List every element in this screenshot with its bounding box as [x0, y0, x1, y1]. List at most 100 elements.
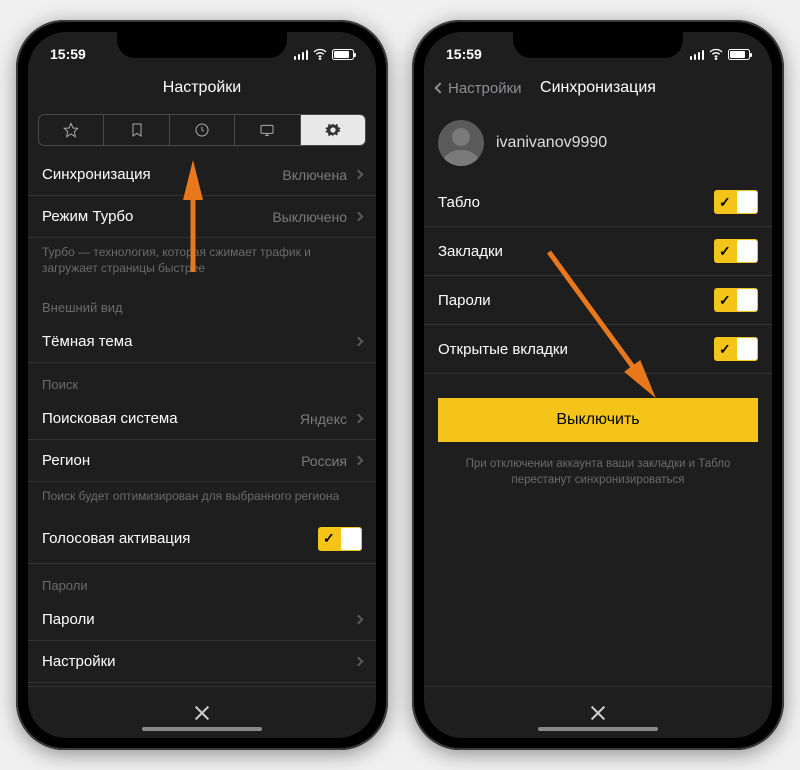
- nav-bar: Настройки: [28, 68, 376, 108]
- signal-icon: [294, 49, 309, 60]
- phone-left: 15:59 Настройки: [16, 20, 388, 750]
- close-icon[interactable]: [193, 704, 211, 722]
- row-value: Включена: [282, 167, 347, 183]
- row-turbo[interactable]: Режим Турбо Выключено: [28, 196, 376, 238]
- row-bookmarks: Закладки ✓: [424, 227, 772, 276]
- chevron-right-icon: [354, 414, 364, 424]
- profile-row[interactable]: ivanivanov9990: [424, 108, 772, 178]
- row-engine[interactable]: Поисковая система Яндекс: [28, 398, 376, 440]
- clock: 15:59: [50, 46, 86, 62]
- row-region[interactable]: Регион Россия: [28, 440, 376, 482]
- tab-settings[interactable]: [301, 115, 365, 145]
- row-passwords: Пароли ✓: [424, 276, 772, 325]
- check-icon: ✓: [719, 292, 731, 309]
- monitor-icon: [259, 122, 275, 138]
- row-theme[interactable]: Тёмная тема: [28, 321, 376, 363]
- home-indicator: [538, 727, 658, 731]
- sync-list: ivanivanov9990 Табло ✓ Закладки ✓ Пароли…: [424, 108, 772, 686]
- toggle-knob: [341, 528, 361, 550]
- close-icon[interactable]: [589, 704, 607, 722]
- row-label: Поисковая система: [42, 410, 178, 427]
- section-privacy: Конфиденциальность: [28, 683, 376, 686]
- row-label: Настройки: [42, 653, 116, 670]
- notch: [117, 32, 287, 58]
- tab-bookmarks[interactable]: [104, 115, 169, 145]
- row-label: Пароли: [42, 611, 95, 628]
- chevron-right-icon: [354, 170, 364, 180]
- back-button[interactable]: Настройки: [436, 80, 522, 97]
- notch: [513, 32, 683, 58]
- row-label: Синхронизация: [42, 166, 151, 183]
- row-label: Пароли: [438, 292, 491, 309]
- row-label: Голосовая активация: [42, 530, 190, 547]
- row-label: Табло: [438, 194, 480, 211]
- chevron-right-icon: [354, 337, 364, 347]
- star-icon: [63, 122, 79, 138]
- row-value: Яндекс: [300, 411, 347, 427]
- row-value: Выключено: [272, 209, 347, 225]
- chevron-right-icon: [354, 212, 364, 222]
- page-title: Настройки: [163, 79, 241, 97]
- toggle-voice[interactable]: ✓: [318, 527, 362, 551]
- wifi-icon: [312, 46, 328, 62]
- row-settings[interactable]: Настройки: [28, 641, 376, 683]
- check-icon: ✓: [323, 530, 335, 547]
- toggle-tabs[interactable]: ✓: [714, 337, 758, 361]
- section-passwords: Пароли: [28, 564, 376, 599]
- chevron-right-icon: [354, 614, 364, 624]
- battery-icon: [332, 49, 354, 60]
- clock: 15:59: [446, 46, 482, 62]
- row-tableau: Табло ✓: [424, 178, 772, 227]
- row-label: Регион: [42, 452, 90, 469]
- tab-favorites[interactable]: [39, 115, 104, 145]
- row-label: Режим Турбо: [42, 208, 133, 225]
- clock-icon: [194, 122, 210, 138]
- section-search: Поиск: [28, 363, 376, 398]
- wifi-icon: [708, 46, 724, 62]
- disable-button[interactable]: Выключить: [438, 398, 758, 442]
- status-icons: [690, 46, 751, 62]
- button-label: Выключить: [556, 411, 639, 429]
- check-icon: ✓: [719, 341, 731, 358]
- toggle-knob: [737, 289, 757, 311]
- row-sync[interactable]: Синхронизация Включена: [28, 154, 376, 196]
- tab-devices[interactable]: [235, 115, 300, 145]
- row-label: Закладки: [438, 243, 503, 260]
- row-label: Тёмная тема: [42, 333, 132, 350]
- avatar: [438, 120, 484, 166]
- status-icons: [294, 46, 355, 62]
- toggle-knob: [737, 240, 757, 262]
- row-voice[interactable]: Голосовая активация ✓: [28, 515, 376, 564]
- nav-bar: Настройки Синхронизация: [424, 68, 772, 108]
- screen-right: 15:59 Настройки Синхронизация ivanivanov…: [424, 32, 772, 738]
- settings-list: Синхронизация Включена Режим Турбо Выклю…: [28, 154, 376, 686]
- gear-icon: [325, 122, 341, 138]
- chevron-right-icon: [354, 456, 364, 466]
- check-icon: ✓: [719, 194, 731, 211]
- row-tabs: Открытые вкладки ✓: [424, 325, 772, 374]
- signal-icon: [690, 49, 705, 60]
- search-hint: Поиск будет оптимизирован для выбранного…: [28, 482, 376, 514]
- home-indicator: [142, 727, 262, 731]
- row-passwords[interactable]: Пароли: [28, 599, 376, 641]
- username: ivanivanov9990: [496, 134, 607, 152]
- chevron-right-icon: [354, 656, 364, 666]
- toggle-passwords[interactable]: ✓: [714, 288, 758, 312]
- back-label: Настройки: [448, 80, 522, 97]
- row-label: Открытые вкладки: [438, 341, 568, 358]
- turbo-hint: Турбо — технология, которая сжимает траф…: [28, 238, 376, 286]
- tab-history[interactable]: [170, 115, 235, 145]
- toggle-bookmarks[interactable]: ✓: [714, 239, 758, 263]
- toggle-tableau[interactable]: ✓: [714, 190, 758, 214]
- battery-icon: [728, 49, 750, 60]
- check-icon: ✓: [719, 243, 731, 260]
- page-title: Синхронизация: [540, 79, 656, 97]
- segmented-tabs: [38, 114, 366, 146]
- chevron-left-icon: [434, 82, 445, 93]
- disable-note: При отключении аккаунта ваши закладки и …: [424, 442, 772, 502]
- row-value: Россия: [301, 453, 347, 469]
- bookmark-icon: [129, 122, 145, 138]
- section-appearance: Внешний вид: [28, 286, 376, 321]
- toggle-knob: [737, 338, 757, 360]
- toggle-knob: [737, 191, 757, 213]
